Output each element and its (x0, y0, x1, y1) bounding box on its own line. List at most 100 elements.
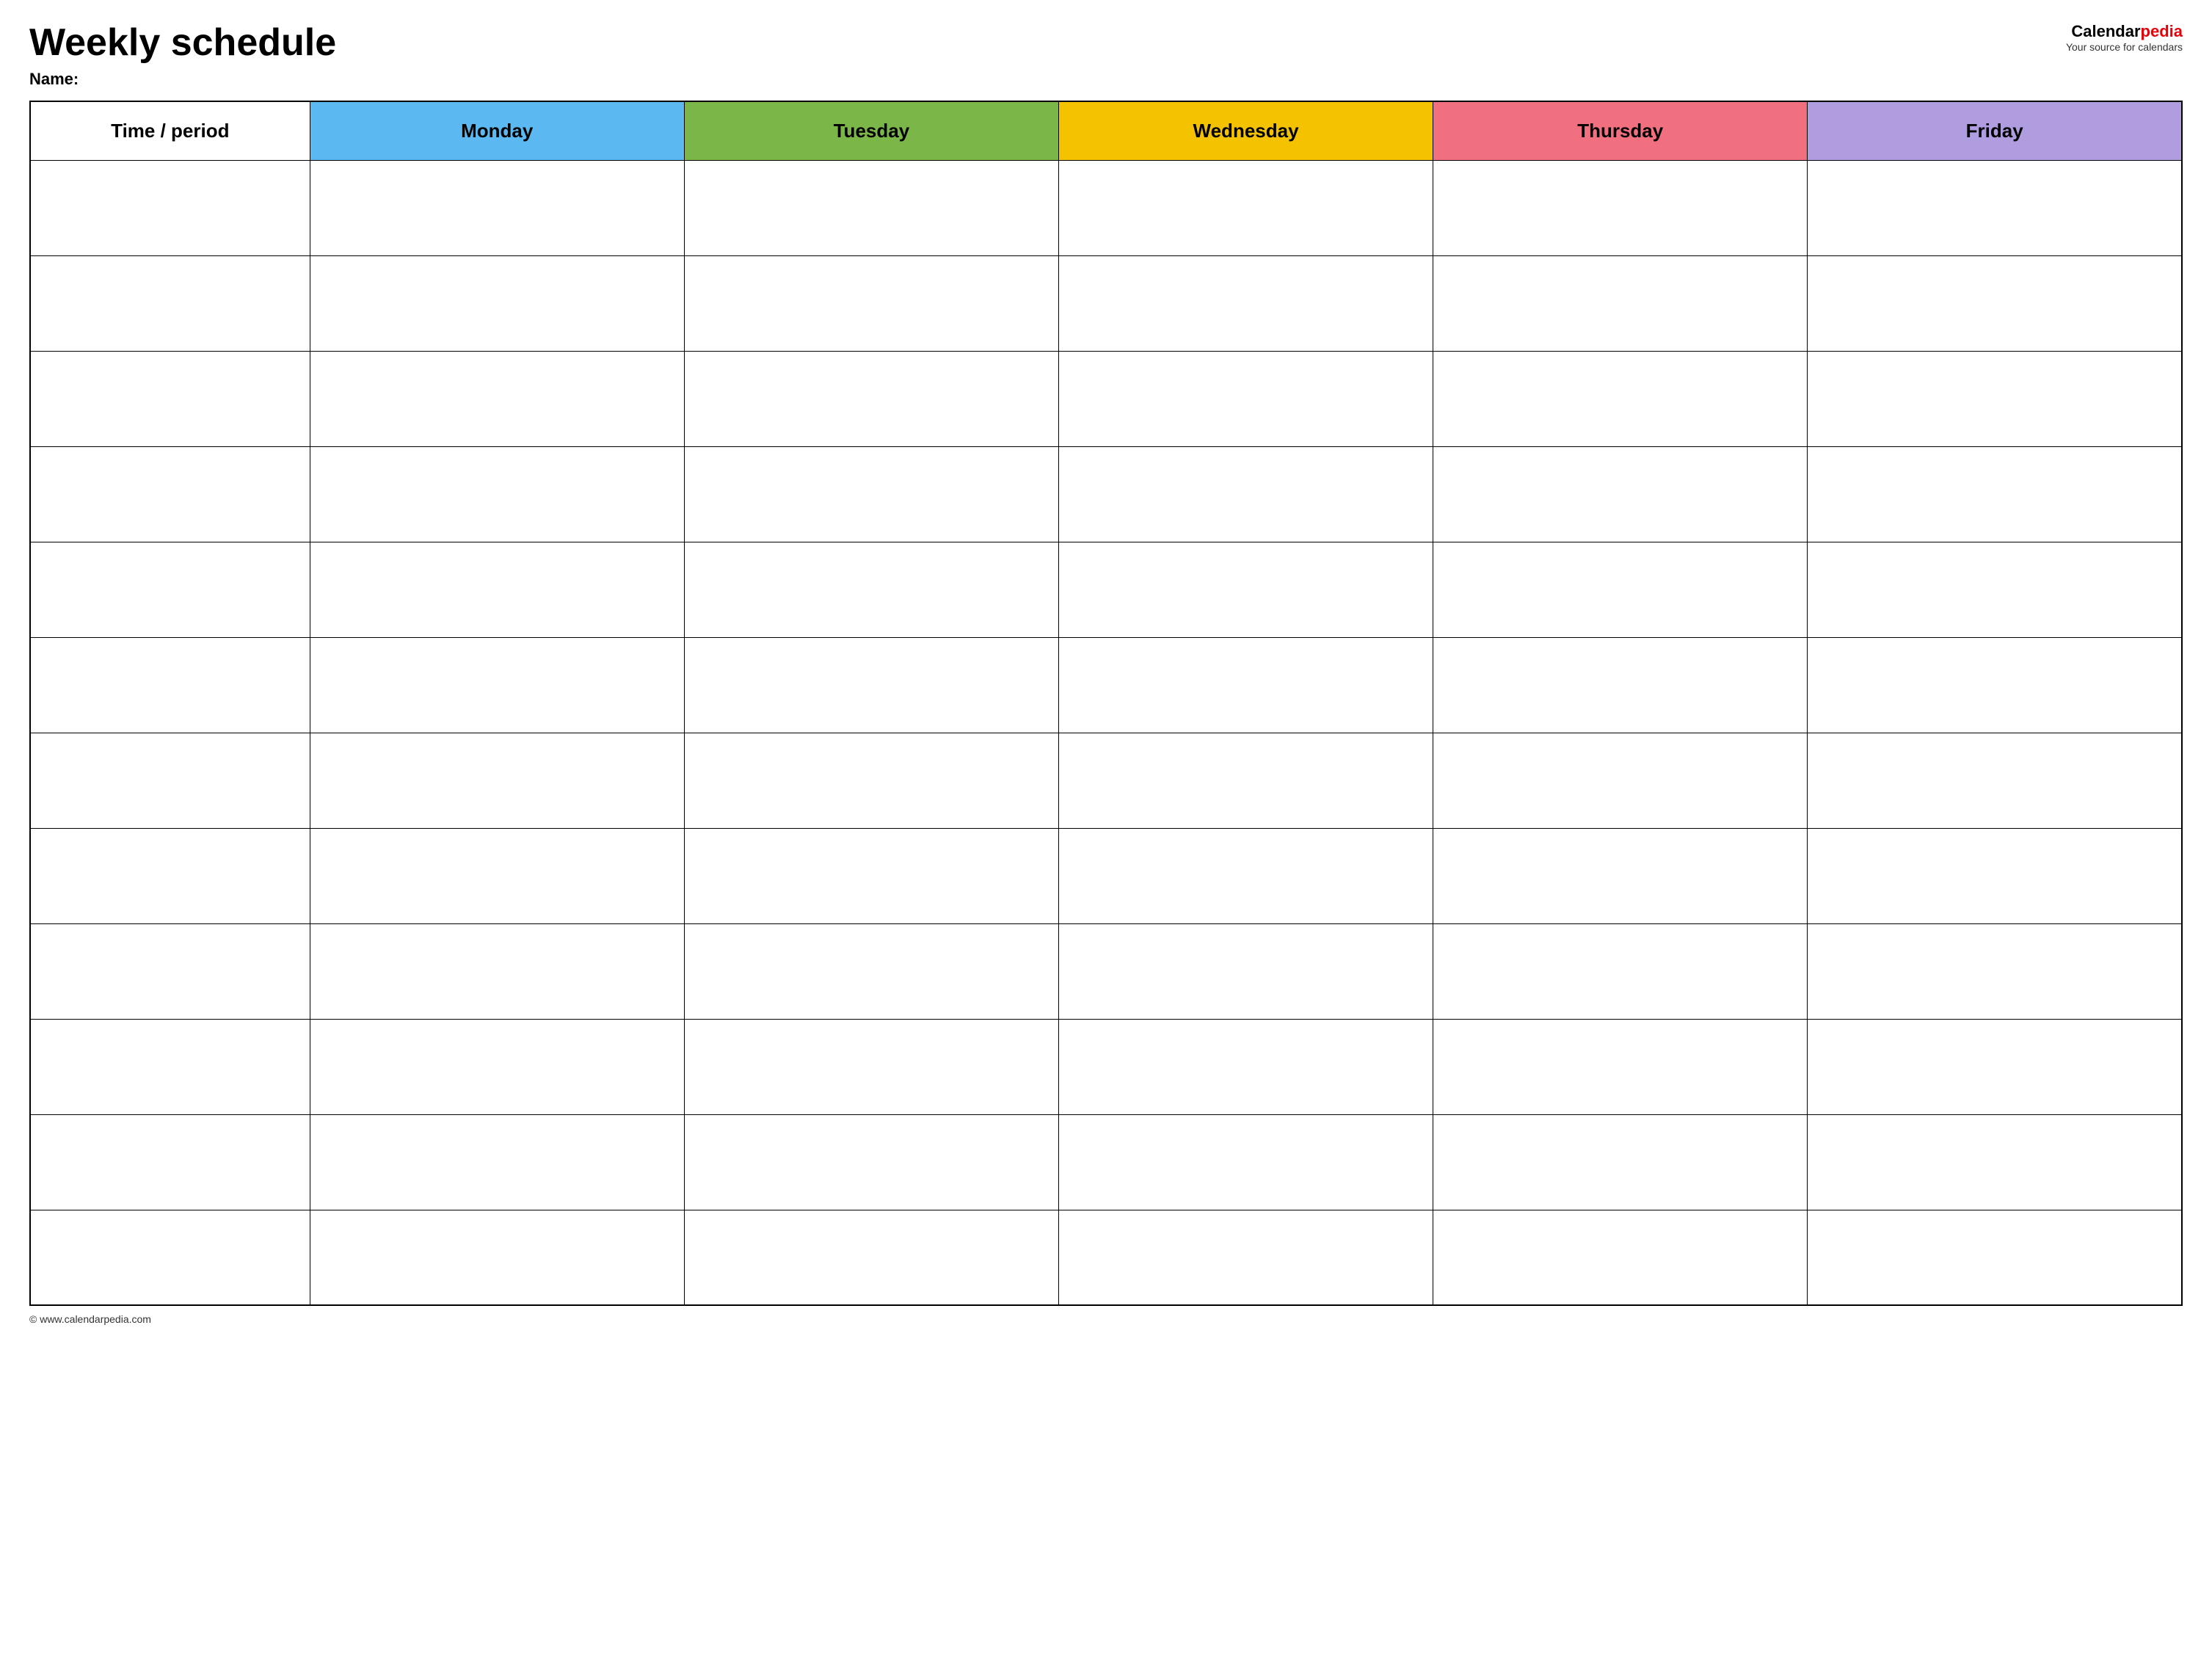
cell-row7-monday[interactable] (310, 733, 684, 828)
table-row (30, 255, 2182, 351)
cell-row9-wednesday[interactable] (1058, 923, 1433, 1019)
col-header-thursday: Thursday (1433, 101, 1808, 160)
cell-row3-thursday[interactable] (1433, 351, 1808, 446)
table-row (30, 637, 2182, 733)
footer: © www.calendarpedia.com (29, 1313, 2183, 1325)
cell-row4-time[interactable] (30, 446, 310, 542)
schedule-table: Time / period Monday Tuesday Wednesday T… (29, 101, 2183, 1306)
cell-row5-friday[interactable] (1808, 542, 2182, 637)
cell-row8-time[interactable] (30, 828, 310, 923)
cell-row6-friday[interactable] (1808, 637, 2182, 733)
table-row (30, 828, 2182, 923)
table-row (30, 446, 2182, 542)
cell-row10-thursday[interactable] (1433, 1019, 1808, 1114)
logo: Calendarpedia (2066, 22, 2183, 41)
logo-calendar: Calendar (2071, 22, 2140, 40)
cell-row12-monday[interactable] (310, 1210, 684, 1305)
page-header: Weekly schedule Name: Calendarpedia Your… (29, 22, 2183, 89)
cell-row2-thursday[interactable] (1433, 255, 1808, 351)
table-row (30, 351, 2182, 446)
table-row (30, 733, 2182, 828)
cell-row8-wednesday[interactable] (1058, 828, 1433, 923)
cell-row9-monday[interactable] (310, 923, 684, 1019)
cell-row2-friday[interactable] (1808, 255, 2182, 351)
cell-row11-tuesday[interactable] (684, 1114, 1058, 1210)
cell-row12-wednesday[interactable] (1058, 1210, 1433, 1305)
cell-row11-friday[interactable] (1808, 1114, 2182, 1210)
cell-row1-monday[interactable] (310, 160, 684, 255)
cell-row11-monday[interactable] (310, 1114, 684, 1210)
cell-row11-thursday[interactable] (1433, 1114, 1808, 1210)
cell-row12-tuesday[interactable] (684, 1210, 1058, 1305)
cell-row9-tuesday[interactable] (684, 923, 1058, 1019)
cell-row6-monday[interactable] (310, 637, 684, 733)
cell-row10-tuesday[interactable] (684, 1019, 1058, 1114)
cell-row11-time[interactable] (30, 1114, 310, 1210)
cell-row3-tuesday[interactable] (684, 351, 1058, 446)
cell-row4-wednesday[interactable] (1058, 446, 1433, 542)
table-row (30, 923, 2182, 1019)
cell-row1-friday[interactable] (1808, 160, 2182, 255)
cell-row12-time[interactable] (30, 1210, 310, 1305)
cell-row6-thursday[interactable] (1433, 637, 1808, 733)
logo-tagline: Your source for calendars (2066, 41, 2183, 53)
cell-row4-monday[interactable] (310, 446, 684, 542)
cell-row12-friday[interactable] (1808, 1210, 2182, 1305)
cell-row8-monday[interactable] (310, 828, 684, 923)
cell-row4-thursday[interactable] (1433, 446, 1808, 542)
cell-row3-wednesday[interactable] (1058, 351, 1433, 446)
cell-row7-friday[interactable] (1808, 733, 2182, 828)
cell-row9-friday[interactable] (1808, 923, 2182, 1019)
table-row (30, 1114, 2182, 1210)
col-header-friday: Friday (1808, 101, 2182, 160)
title-section: Weekly schedule Name: (29, 22, 2066, 89)
logo-pedia: pedia (2141, 22, 2183, 40)
cell-row8-thursday[interactable] (1433, 828, 1808, 923)
cell-row7-wednesday[interactable] (1058, 733, 1433, 828)
cell-row2-tuesday[interactable] (684, 255, 1058, 351)
name-label: Name: (29, 70, 2066, 89)
cell-row10-time[interactable] (30, 1019, 310, 1114)
logo-section: Calendarpedia Your source for calendars (2066, 22, 2183, 53)
cell-row6-wednesday[interactable] (1058, 637, 1433, 733)
col-header-tuesday: Tuesday (684, 101, 1058, 160)
table-row (30, 1019, 2182, 1114)
cell-row11-wednesday[interactable] (1058, 1114, 1433, 1210)
cell-row4-tuesday[interactable] (684, 446, 1058, 542)
cell-row7-time[interactable] (30, 733, 310, 828)
footer-url: © www.calendarpedia.com (29, 1313, 151, 1325)
cell-row10-friday[interactable] (1808, 1019, 2182, 1114)
cell-row9-thursday[interactable] (1433, 923, 1808, 1019)
col-header-wednesday: Wednesday (1058, 101, 1433, 160)
cell-row2-monday[interactable] (310, 255, 684, 351)
cell-row6-tuesday[interactable] (684, 637, 1058, 733)
cell-row9-time[interactable] (30, 923, 310, 1019)
cell-row12-thursday[interactable] (1433, 1210, 1808, 1305)
cell-row10-wednesday[interactable] (1058, 1019, 1433, 1114)
cell-row8-tuesday[interactable] (684, 828, 1058, 923)
cell-row5-monday[interactable] (310, 542, 684, 637)
cell-row1-tuesday[interactable] (684, 160, 1058, 255)
cell-row5-tuesday[interactable] (684, 542, 1058, 637)
cell-row4-friday[interactable] (1808, 446, 2182, 542)
cell-row5-time[interactable] (30, 542, 310, 637)
cell-row2-time[interactable] (30, 255, 310, 351)
cell-row1-wednesday[interactable] (1058, 160, 1433, 255)
cell-row6-time[interactable] (30, 637, 310, 733)
cell-row3-monday[interactable] (310, 351, 684, 446)
table-row (30, 1210, 2182, 1305)
col-header-time: Time / period (30, 101, 310, 160)
cell-row5-wednesday[interactable] (1058, 542, 1433, 637)
cell-row8-friday[interactable] (1808, 828, 2182, 923)
cell-row7-tuesday[interactable] (684, 733, 1058, 828)
cell-row1-time[interactable] (30, 160, 310, 255)
cell-row5-thursday[interactable] (1433, 542, 1808, 637)
cell-row7-thursday[interactable] (1433, 733, 1808, 828)
table-row (30, 160, 2182, 255)
cell-row1-thursday[interactable] (1433, 160, 1808, 255)
cell-row2-wednesday[interactable] (1058, 255, 1433, 351)
cell-row10-monday[interactable] (310, 1019, 684, 1114)
table-row (30, 542, 2182, 637)
cell-row3-friday[interactable] (1808, 351, 2182, 446)
cell-row3-time[interactable] (30, 351, 310, 446)
